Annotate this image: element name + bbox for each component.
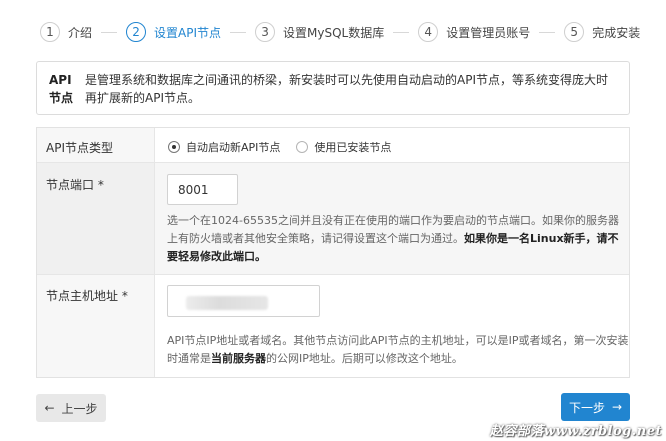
prev-step-button[interactable]: ← 上一步 xyxy=(36,394,106,422)
radio-use-installed-label[interactable]: 使用已安装节点 xyxy=(314,139,391,155)
step-1-label: 介绍 xyxy=(68,25,93,40)
step-2-number: 2 xyxy=(126,22,147,42)
radio-auto-start-label[interactable]: 自动启动新API节点 xyxy=(186,139,280,155)
step-3-label: 设置MySQL数据库 xyxy=(283,25,385,40)
api-node-info-box: API节点 是管理系统和数据库之间通讯的桥梁，新安装时可以先使用自动启动的API… xyxy=(36,61,630,115)
blurred-host-value xyxy=(186,296,268,310)
step-indicator: 1 介绍 2 设置API节点 3 设置MySQL数据库 4 设置管理员账号 5 … xyxy=(40,20,640,44)
step-5-number: 5 xyxy=(564,22,585,42)
watermark: 赵容部落www.zrblog.net xyxy=(489,424,662,439)
step-1-number: 1 xyxy=(40,22,60,42)
step-divider xyxy=(101,31,118,33)
radio-unchecked-icon[interactable] xyxy=(296,141,309,153)
node-type-row: API节点类型 自动启动新API节点 使用已安装节点 xyxy=(37,128,629,163)
radio-auto-start-node[interactable]: 自动启动新API节点 xyxy=(168,139,280,155)
next-step-button[interactable]: 下一步 → xyxy=(561,393,630,421)
arrow-left-icon: ← xyxy=(44,401,55,415)
step-4: 4 设置管理员账号 xyxy=(418,22,530,42)
step-1: 1 介绍 xyxy=(40,22,92,42)
step-divider xyxy=(393,31,410,33)
step-4-number: 4 xyxy=(418,22,439,42)
step-divider xyxy=(230,31,247,33)
node-type-label: API节点类型 xyxy=(46,141,113,155)
step-5-label: 完成安装 xyxy=(592,25,641,40)
info-title: API节点 xyxy=(49,73,74,105)
radio-checked-icon[interactable] xyxy=(168,141,180,153)
arrow-right-icon: → xyxy=(611,400,623,414)
api-node-form: API节点类型 自动启动新API节点 使用已安装节点 节点端口 * 选一个在10… xyxy=(36,127,630,378)
info-text: 是管理系统和数据库之间通讯的桥梁，新安装时可以先使用自动启动的API节点，等系统… xyxy=(85,73,608,105)
node-port-row: 节点端口 * 选一个在1024-65535之间并且没有正在使用的端口作为要启动的… xyxy=(37,163,629,275)
node-type-radio-group: 自动启动新API节点 使用已安装节点 xyxy=(168,139,407,155)
step-2: 2 设置API节点 xyxy=(126,22,221,42)
node-host-label: 节点主机地址 * xyxy=(46,289,128,303)
node-host-input[interactable] xyxy=(167,285,320,317)
node-port-help: 选一个在1024-65535之间并且没有正在使用的端口作为要启动的节点端口。如果… xyxy=(167,212,629,266)
step-5: 5 完成安装 xyxy=(564,22,640,42)
prev-step-label: 上一步 xyxy=(61,401,98,416)
node-host-help: API节点IP地址或者域名。其他节点访问此API节点的主机地址，可以是IP或者域… xyxy=(167,332,629,368)
host-help-text-end: 的公网IP地址。后期可以修改这个地址。 xyxy=(266,352,463,365)
node-host-row: 节点主机地址 * API节点IP地址或者域名。其他节点访问此API节点的主机地址… xyxy=(37,275,629,377)
node-port-input[interactable] xyxy=(167,174,238,205)
step-3-number: 3 xyxy=(255,22,276,42)
step-divider xyxy=(539,31,556,33)
step-4-label: 设置管理员账号 xyxy=(446,25,531,40)
node-port-label: 节点端口 * xyxy=(46,178,104,192)
host-help-emphasis: 当前服务器 xyxy=(211,352,266,365)
next-step-label: 下一步 xyxy=(568,400,605,415)
radio-use-installed-node[interactable]: 使用已安装节点 xyxy=(296,139,391,155)
step-3: 3 设置MySQL数据库 xyxy=(255,22,384,42)
step-2-label: 设置API节点 xyxy=(154,25,222,40)
